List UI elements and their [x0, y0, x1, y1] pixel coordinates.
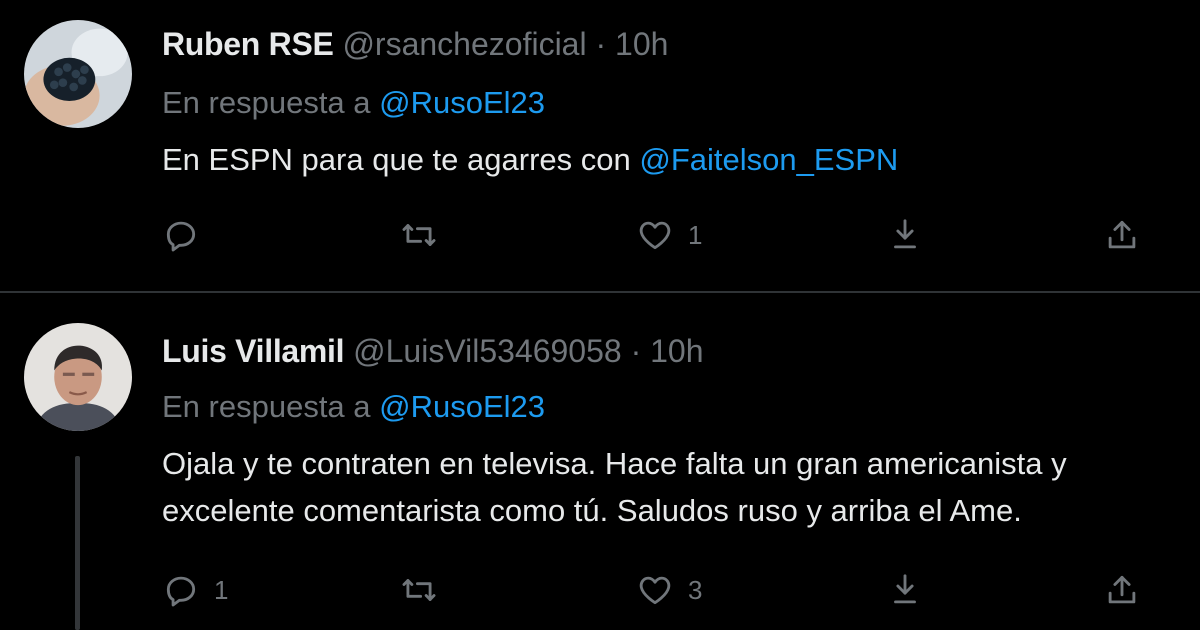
timestamp[interactable]: 10h	[650, 333, 703, 369]
like-count: 1	[688, 219, 703, 250]
tweet-text-line: excelente comentarista como tú. Saludos …	[162, 493, 1022, 528]
tweet-actions: 1	[162, 213, 1162, 257]
separator: ·	[595, 26, 607, 62]
reply-button[interactable]	[162, 213, 214, 257]
retweet-icon	[402, 224, 436, 246]
like-count: 3	[688, 574, 703, 605]
share-icon	[1108, 575, 1136, 604]
share-icon	[1108, 220, 1136, 249]
retweet-icon	[402, 579, 436, 601]
display-name[interactable]: Ruben RSE	[162, 26, 334, 62]
tweet[interactable]: Luis Villamil @LuisVil53469058 · 10h En …	[0, 293, 1200, 630]
like-icon	[639, 221, 671, 250]
display-name[interactable]: Luis Villamil	[162, 333, 345, 369]
thread-line	[75, 456, 80, 630]
download-icon	[894, 219, 916, 249]
tweet-text-content: En ESPN para que te agarres con	[162, 142, 640, 177]
tweet[interactable]: Ruben RSE @rsanchezoficial · 10h En resp…	[0, 0, 1200, 292]
tweet-actions: 1 3	[162, 568, 1162, 612]
avatar-image	[24, 323, 132, 431]
download-button[interactable]	[886, 213, 924, 257]
retweet-button[interactable]	[400, 568, 452, 612]
avatar[interactable]	[24, 20, 132, 128]
like-icon	[639, 576, 671, 605]
share-button[interactable]	[1103, 568, 1141, 612]
user-handle[interactable]: @LuisVil53469058	[353, 333, 622, 369]
tweet-header: Luis Villamil @LuisVil53469058 · 10h	[162, 333, 704, 370]
like-button[interactable]: 1	[636, 213, 702, 257]
reply-button[interactable]: 1	[162, 568, 228, 612]
user-handle[interactable]: @rsanchezoficial	[342, 26, 586, 62]
retweet-button[interactable]	[400, 213, 452, 257]
share-button[interactable]	[1103, 213, 1141, 257]
avatar-image	[24, 20, 132, 128]
reply-context: En respuesta a @RusoEl23	[162, 389, 545, 425]
reply-mention-link[interactable]: @RusoEl23	[379, 85, 545, 120]
avatar[interactable]	[24, 323, 132, 431]
timestamp[interactable]: 10h	[615, 26, 668, 62]
tweet-text: En ESPN para que te agarres con @Faitels…	[162, 136, 898, 183]
tweet-header: Ruben RSE @rsanchezoficial · 10h	[162, 26, 668, 63]
tweet-text-line: Ojala y te contraten en televisa. Hace f…	[162, 446, 1067, 481]
reply-prefix: En respuesta a	[162, 85, 371, 120]
reply-context: En respuesta a @RusoEl23	[162, 85, 545, 121]
like-button[interactable]: 3	[636, 568, 702, 612]
reply-mention-link[interactable]: @RusoEl23	[379, 389, 545, 424]
separator: ·	[630, 333, 642, 369]
download-icon	[894, 574, 916, 604]
reply-count: 1	[214, 574, 229, 605]
reply-icon	[166, 221, 196, 252]
reply-icon	[166, 576, 196, 607]
download-button[interactable]	[886, 568, 924, 612]
text-mention-link[interactable]: @Faitelson_ESPN	[639, 142, 898, 177]
tweet-text: Ojala y te contraten en televisa. Hace f…	[162, 440, 1067, 534]
reply-prefix: En respuesta a	[162, 389, 371, 424]
